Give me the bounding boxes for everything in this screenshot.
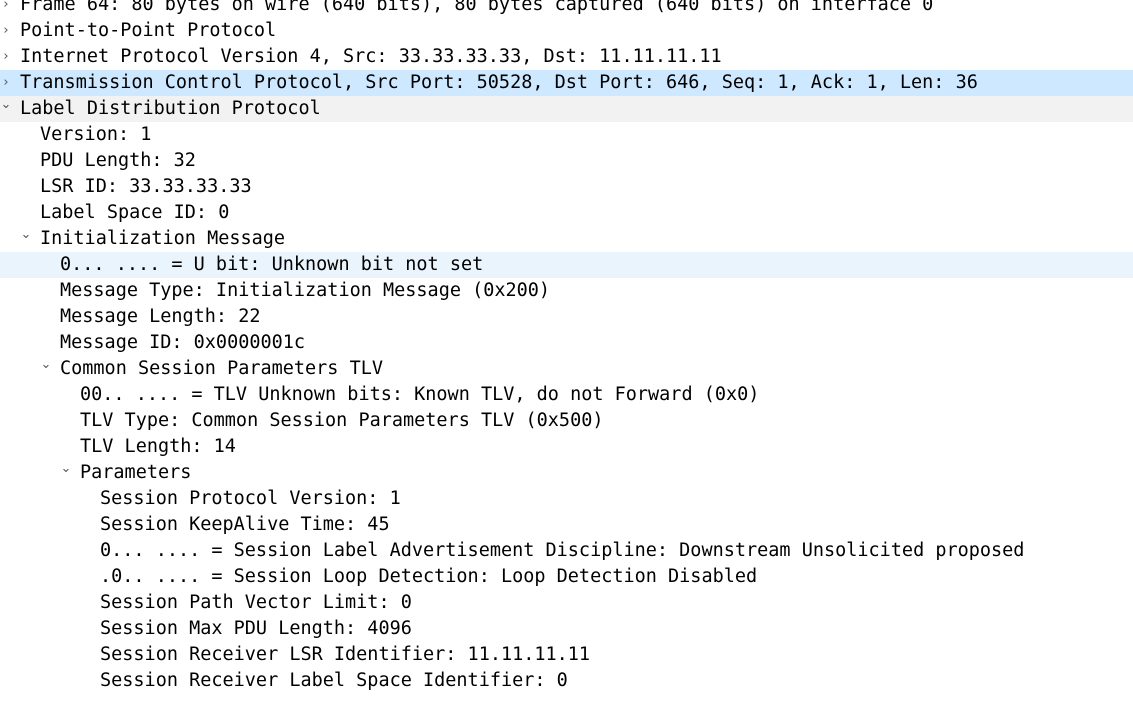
tree-row[interactable]: LSR ID: 33.33.33.33 bbox=[0, 174, 1133, 200]
tree-row[interactable]: TLV Type: Common Session Parameters TLV … bbox=[0, 408, 1133, 434]
chevron-right-icon[interactable]: › bbox=[0, 44, 12, 70]
tree-row-label: Session Max PDU Length: 4096 bbox=[100, 618, 412, 639]
chevron-right-icon[interactable]: › bbox=[0, 18, 12, 44]
tree-row-label: TLV Type: Common Session Parameters TLV … bbox=[80, 410, 604, 431]
tree-row[interactable]: 0... .... = U bit: Unknown bit not set bbox=[0, 252, 1133, 278]
tree-row-label: Internet Protocol Version 4, Src: 33.33.… bbox=[20, 46, 722, 67]
tree-row-label: Common Session Parameters TLV bbox=[60, 358, 384, 379]
tree-row-label: Session Path Vector Limit: 0 bbox=[100, 592, 412, 613]
tree-row[interactable]: › Transmission Control Protocol, Src Port… bbox=[0, 70, 1133, 96]
tree-row[interactable]: › Internet Protocol Version 4, Src: 33.33… bbox=[0, 44, 1133, 70]
tree-row[interactable]: Message Length: 22 bbox=[0, 304, 1133, 330]
chevron-down-icon[interactable]: ⌄ bbox=[60, 460, 72, 486]
tree-row[interactable]: Session Receiver LSR Identifier: 11.11.1… bbox=[0, 642, 1133, 668]
tree-row-label: Message ID: 0x0000001c bbox=[60, 332, 306, 353]
tree-row-label: Session KeepAlive Time: 45 bbox=[100, 514, 390, 535]
chevron-down-icon[interactable]: ⌄ bbox=[0, 96, 12, 122]
chevron-right-icon[interactable]: › bbox=[0, 0, 12, 18]
tree-row[interactable]: Message Type: Initialization Message (0x… bbox=[0, 278, 1133, 304]
tree-row[interactable]: 0... .... = Session Label Advertisement … bbox=[0, 538, 1133, 564]
tree-row-label: .0.. .... = Session Loop Detection: Loop… bbox=[100, 566, 758, 587]
tree-row-label: Transmission Control Protocol, Src Port:… bbox=[20, 72, 978, 93]
tree-row-label: 0... .... = U bit: Unknown bit not set bbox=[60, 254, 484, 275]
tree-row-label: Message Length: 22 bbox=[60, 306, 261, 327]
tree-row[interactable]: TLV Length: 14 bbox=[0, 434, 1133, 460]
tree-row[interactable]: Session Receiver Label Space Identifier:… bbox=[0, 668, 1133, 694]
tree-row-label: Point-to-Point Protocol bbox=[20, 20, 277, 41]
chevron-down-icon[interactable]: ⌄ bbox=[20, 226, 32, 252]
tree-row[interactable]: ⌄ Parameters bbox=[0, 460, 1133, 486]
tree-row-label: Parameters bbox=[80, 462, 192, 483]
chevron-down-icon[interactable]: ⌄ bbox=[40, 356, 52, 382]
tree-row-label: 0... .... = Session Label Advertisement … bbox=[100, 540, 1025, 561]
tree-row[interactable]: › Point-to-Point Protocol bbox=[0, 18, 1133, 44]
tree-row-label: Session Protocol Version: 1 bbox=[100, 488, 401, 509]
tree-row[interactable]: ⌄ Label Distribution Protocol bbox=[0, 96, 1133, 122]
tree-row-label: Session Receiver LSR Identifier: 11.11.1… bbox=[100, 644, 591, 665]
tree-row-label: Session Receiver Label Space Identifier:… bbox=[100, 670, 568, 691]
tree-row-label: LSR ID: 33.33.33.33 bbox=[40, 176, 252, 197]
tree-row-label: Version: 1 bbox=[40, 124, 152, 145]
tree-row-label: Frame 64: 80 bytes on wire (640 bits), 8… bbox=[20, 0, 934, 15]
packet-details-tree: › Frame 64: 80 bytes on wire (640 bits), … bbox=[0, 0, 1133, 721]
tree-row[interactable]: 00.. .... = TLV Unknown bits: Known TLV,… bbox=[0, 382, 1133, 408]
tree-row[interactable]: Session KeepAlive Time: 45 bbox=[0, 512, 1133, 538]
tree-row[interactable]: .0.. .... = Session Loop Detection: Loop… bbox=[0, 564, 1133, 590]
tree-row[interactable]: Session Max PDU Length: 4096 bbox=[0, 616, 1133, 642]
tree-row-label: Initialization Message bbox=[40, 228, 286, 249]
tree-row[interactable]: Message ID: 0x0000001c bbox=[0, 330, 1133, 356]
chevron-right-icon[interactable]: › bbox=[0, 70, 12, 96]
tree-row-label: 00.. .... = TLV Unknown bits: Known TLV,… bbox=[80, 384, 760, 405]
tree-row-label: Label Distribution Protocol bbox=[20, 98, 321, 119]
tree-row[interactable]: Session Protocol Version: 1 bbox=[0, 486, 1133, 512]
tree-row[interactable]: ⌄ Common Session Parameters TLV bbox=[0, 356, 1133, 382]
tree-row[interactable]: Version: 1 bbox=[0, 122, 1133, 148]
tree-row-label: Message Type: Initialization Message (0x… bbox=[60, 280, 551, 301]
tree-row[interactable]: PDU Length: 32 bbox=[0, 148, 1133, 174]
tree-row-label: TLV Length: 14 bbox=[80, 436, 236, 457]
tree-row[interactable]: ⌄ Initialization Message bbox=[0, 226, 1133, 252]
tree-row[interactable]: Label Space ID: 0 bbox=[0, 200, 1133, 226]
tree-row-label: Label Space ID: 0 bbox=[40, 202, 230, 223]
tree-row[interactable]: Session Path Vector Limit: 0 bbox=[0, 590, 1133, 616]
tree-row[interactable]: › Frame 64: 80 bytes on wire (640 bits), … bbox=[0, 0, 1133, 18]
tree-row-label: PDU Length: 32 bbox=[40, 150, 196, 171]
